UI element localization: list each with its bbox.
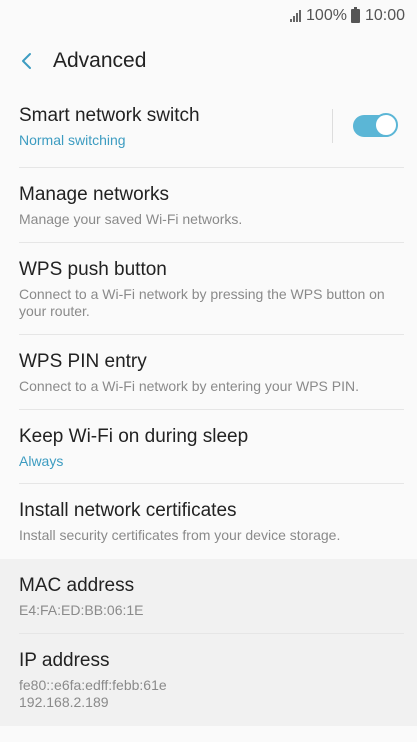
setting-title: Manage networks [19,184,169,205]
signal-icon [290,10,302,22]
setting-subtitle: Always [19,452,64,469]
status-bar: 100% 10:00 [0,0,417,32]
setting-subtitle: Connect to a Wi-Fi network by entering y… [19,378,360,394]
setting-subtitle: Manage your saved Wi-Fi networks. [19,211,243,227]
info-title: MAC address [19,575,135,596]
setting-title: WPS push button [19,259,167,280]
smart-switch-toggle[interactable] [353,113,398,137]
settings-list: Smart network switch Normal switching Ma… [0,84,417,726]
setting-title: WPS PIN entry [19,351,147,372]
app-bar: Advanced [0,32,417,90]
info-value-ipv6: fe80::e6fa:edff:febb:61e [19,677,167,693]
setting-install-certificates[interactable]: Install network certificates Install sec… [0,484,417,559]
setting-title: Keep Wi-Fi on during sleep [19,425,249,447]
info-ip-address: IP address fe80::e6fa:edff:febb:61e 192.… [0,634,417,726]
battery-icon [350,7,360,23]
clock: 10:00 [364,7,405,24]
setting-manage-networks[interactable]: Manage networks Manage your saved Wi-Fi … [0,168,417,243]
setting-subtitle: Install security certificates from your … [19,527,341,543]
setting-subtitle: Connect to a Wi-Fi network by pressing t… [19,286,385,319]
info-value: E4:FA:ED:BB:06:1E [19,602,144,618]
setting-wps-push-button[interactable]: WPS push button Connect to a Wi-Fi netwo… [0,243,417,335]
toggle-area [332,84,398,168]
setting-keep-wifi-on[interactable]: Keep Wi-Fi on during sleep Always [0,410,417,484]
page-title: Advanced [53,49,147,72]
setting-smart-network-switch[interactable]: Smart network switch Normal switching [0,84,417,168]
info-title: IP address [19,650,110,671]
setting-title: Install network certificates [19,500,237,521]
info-value-ipv4: 192.168.2.189 [19,694,109,710]
toggle-knob [374,113,398,137]
battery-percent: 100% [306,7,347,24]
divider [332,109,333,143]
info-mac-address: MAC address E4:FA:ED:BB:06:1E [0,559,417,634]
back-arrow-icon [22,53,31,69]
setting-wps-pin-entry[interactable]: WPS PIN entry Connect to a Wi-Fi network… [0,335,417,410]
back-button[interactable] [6,32,48,90]
